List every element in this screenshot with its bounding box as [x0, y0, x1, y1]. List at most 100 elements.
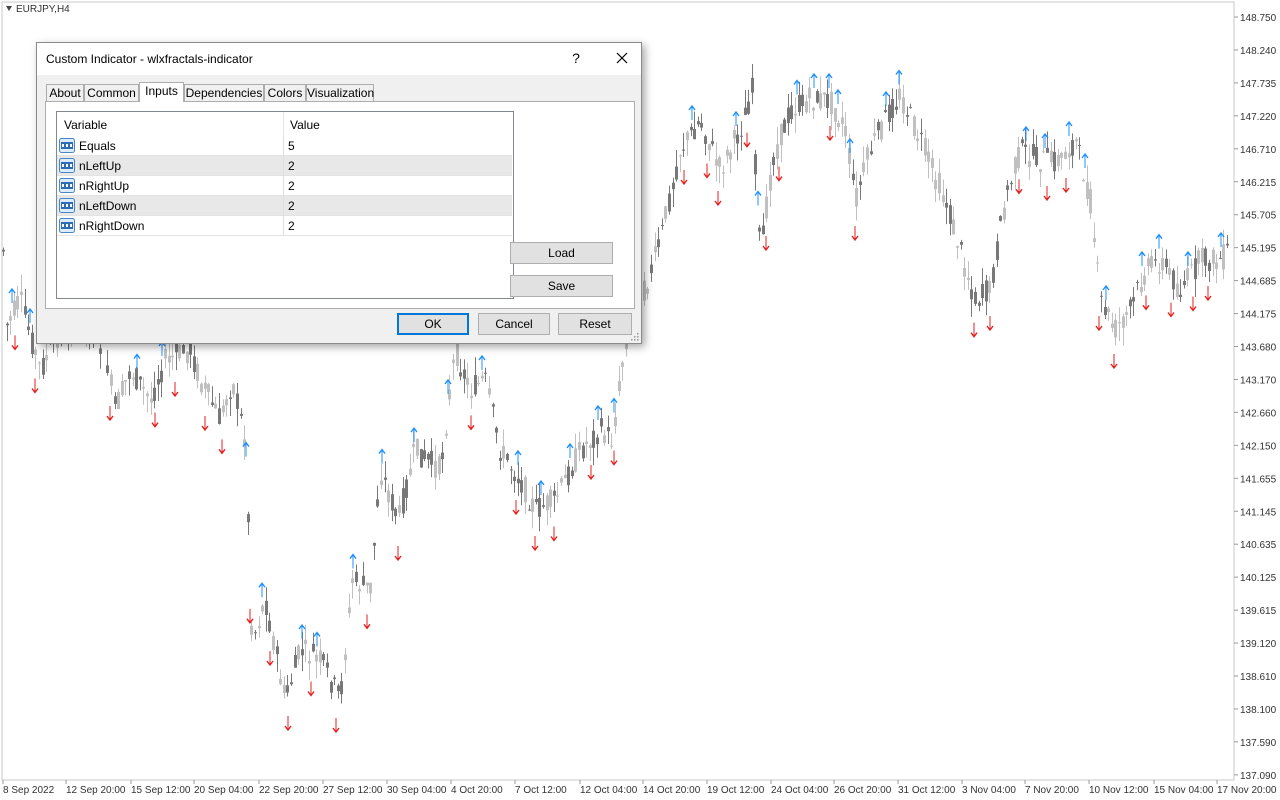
- candle-body: [315, 654, 318, 662]
- candle-body: [556, 495, 559, 497]
- candle-body: [776, 144, 779, 159]
- candle-body: [538, 497, 541, 517]
- candle-body: [139, 376, 142, 380]
- candle-body: [1028, 160, 1031, 168]
- param-row-nRightDown[interactable]: nRightDown 2: [57, 216, 512, 236]
- candle-body: [880, 121, 883, 140]
- tab-dependencies[interactable]: Dependencies: [184, 84, 264, 101]
- cancel-button[interactable]: Cancel: [478, 313, 550, 335]
- candle-body: [711, 141, 714, 145]
- param-value[interactable]: 2: [288, 219, 295, 233]
- price-label: 147.735: [1240, 79, 1277, 90]
- candle-body: [877, 121, 880, 131]
- candle-body: [531, 498, 534, 512]
- candle-body: [470, 395, 473, 399]
- load-button[interactable]: Load: [510, 242, 613, 264]
- price-label: 139.615: [1240, 606, 1277, 617]
- candle-body: [193, 356, 196, 372]
- param-row-Equals[interactable]: Equals 5: [57, 136, 512, 156]
- candle-body: [366, 582, 369, 586]
- candle-body: [1204, 248, 1207, 266]
- candle-body: [891, 98, 894, 119]
- ok-button[interactable]: OK: [397, 313, 469, 335]
- candle-body: [834, 108, 837, 122]
- candle-body: [1046, 147, 1049, 153]
- param-name: nLeftUp: [79, 159, 122, 173]
- chart-dropdown-icon[interactable]: [6, 6, 12, 11]
- candle-body: [189, 342, 192, 355]
- candle-body: [121, 381, 124, 396]
- candle-body: [668, 193, 671, 212]
- tab-inputs[interactable]: Inputs: [139, 82, 184, 102]
- tab-colors[interactable]: Colors: [264, 84, 306, 101]
- candle-body: [427, 453, 430, 460]
- param-row-nLeftUp[interactable]: nLeftUp 2: [57, 156, 512, 176]
- custom-indicator-dialog: Custom Indicator - wlxfractals-indicator…: [36, 42, 642, 344]
- candle-body: [895, 106, 898, 110]
- header-divider[interactable]: [283, 112, 284, 136]
- candle-body: [499, 457, 502, 461]
- candle-body: [488, 388, 491, 395]
- candle-body: [405, 479, 408, 498]
- candle-body: [985, 280, 988, 302]
- tab-common[interactable]: Common: [84, 84, 139, 101]
- candle-body: [690, 126, 693, 131]
- reset-button[interactable]: Reset: [558, 313, 632, 335]
- candle-body: [412, 443, 415, 448]
- candle-body: [484, 372, 487, 374]
- candle-body: [1168, 268, 1171, 275]
- candle-body: [1114, 319, 1117, 338]
- candle-body: [870, 151, 873, 155]
- candle-body: [513, 476, 516, 481]
- candle-body: [319, 650, 322, 663]
- candle-body: [603, 435, 606, 443]
- tab-visualization[interactable]: Visualization: [306, 84, 374, 101]
- save-button[interactable]: Save: [510, 275, 613, 297]
- candle-body: [196, 363, 199, 381]
- candle-body: [171, 355, 174, 358]
- candle-body: [384, 477, 387, 480]
- candle-body: [344, 654, 347, 661]
- candle-body: [369, 582, 372, 594]
- close-icon[interactable]: [611, 47, 633, 69]
- time-label: 22 Sep 20:00: [259, 785, 319, 796]
- price-label: 137.090: [1240, 771, 1277, 782]
- param-value[interactable]: 2: [288, 179, 295, 193]
- param-row-nRightUp[interactable]: nRightUp 2: [57, 176, 512, 196]
- candle-body: [528, 509, 531, 511]
- candle-body: [1143, 275, 1146, 285]
- resize-grip-icon[interactable]: [631, 333, 639, 341]
- candle-body: [859, 181, 862, 185]
- param-value[interactable]: 2: [288, 199, 295, 213]
- param-name: nLeftDown: [79, 199, 137, 213]
- candle-body: [898, 88, 901, 100]
- inputs-grid[interactable]: Variable Value Equals 5 nLeftUp 2 nRightUp 2 n…: [56, 111, 514, 299]
- help-button[interactable]: ?: [569, 50, 583, 66]
- candle-body: [452, 359, 455, 364]
- param-value[interactable]: 2: [288, 159, 295, 173]
- param-value[interactable]: 5: [288, 139, 295, 153]
- tab-about[interactable]: About: [46, 84, 84, 101]
- candle-body: [265, 600, 268, 615]
- header-variable[interactable]: Variable: [64, 118, 107, 132]
- price-label: 141.145: [1240, 507, 1277, 518]
- param-row-nLeftDown[interactable]: nLeftDown 2: [57, 196, 512, 216]
- column-divider: [283, 136, 284, 156]
- candle-body: [308, 661, 311, 664]
- candle-body: [492, 404, 495, 407]
- candle-body: [700, 122, 703, 128]
- candle-body: [920, 132, 923, 135]
- candle-body: [409, 468, 412, 475]
- candle-body: [398, 505, 401, 513]
- candle-body: [463, 369, 466, 379]
- price-label: 144.685: [1240, 277, 1277, 288]
- candle-body: [1096, 262, 1099, 264]
- candle-body: [787, 107, 790, 124]
- candle-body: [798, 95, 801, 113]
- candle-body: [1132, 297, 1135, 302]
- dialog-titlebar[interactable]: Custom Indicator - wlxfractals-indicator…: [37, 43, 641, 75]
- candle-body: [1179, 294, 1182, 298]
- numeric-param-icon: [59, 138, 75, 153]
- header-value[interactable]: Value: [290, 118, 320, 132]
- candle-body: [675, 166, 678, 180]
